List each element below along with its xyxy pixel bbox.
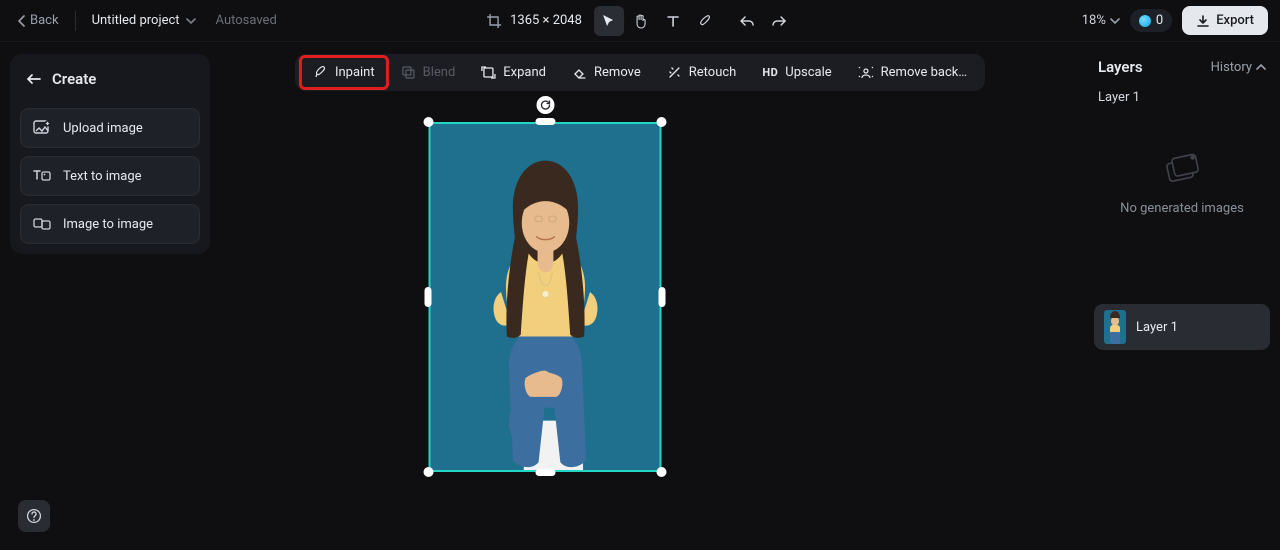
blend-tool: Blend	[389, 57, 468, 88]
back-button[interactable]: Back	[12, 9, 65, 32]
retouch-tool[interactable]: Retouch	[655, 57, 749, 88]
credit-dot-icon	[1139, 15, 1151, 27]
retouch-icon	[667, 65, 682, 80]
undo-icon	[739, 14, 755, 28]
chevron-left-icon	[18, 15, 26, 27]
history-label: History	[1211, 60, 1252, 75]
history-toggle[interactable]: History	[1211, 60, 1266, 75]
blend-label: Blend	[423, 65, 456, 80]
expand-tool[interactable]: Expand	[469, 57, 558, 88]
current-layer-label[interactable]: Layer 1	[1094, 86, 1270, 109]
text-tool[interactable]	[658, 6, 688, 36]
project-title-dropdown[interactable]: Untitled project	[86, 9, 202, 32]
remove-tool[interactable]: Remove	[560, 57, 653, 88]
selection-frame	[429, 122, 662, 472]
pan-tool[interactable]	[626, 6, 656, 36]
retouch-label: Retouch	[689, 65, 737, 80]
resize-handle-ne[interactable]	[657, 117, 667, 127]
resize-handle-w[interactable]	[425, 287, 432, 307]
selected-image[interactable]	[429, 122, 662, 472]
chevron-up-icon	[1256, 63, 1266, 71]
no-generations-message: No generated images	[1094, 153, 1270, 216]
layer-item[interactable]: Layer 1	[1094, 304, 1270, 350]
create-title: Create	[52, 70, 96, 88]
download-icon	[1196, 14, 1210, 28]
expand-icon	[481, 65, 496, 80]
stack-icon	[1159, 149, 1205, 191]
remove-bg-label: Remove back…	[881, 65, 967, 80]
resize-handle-e[interactable]	[659, 287, 666, 307]
canvas-dimensions[interactable]: 1365 × 2048	[486, 13, 582, 29]
layers-panel: Layers History Layer 1 No generated imag…	[1094, 54, 1270, 540]
upscale-label: Upscale	[785, 65, 831, 80]
brush-icon	[697, 13, 712, 28]
project-title-label: Untitled project	[92, 13, 180, 28]
zoom-dropdown[interactable]: 18%	[1082, 13, 1120, 28]
inpaint-icon	[313, 65, 328, 80]
rotate-handle[interactable]	[536, 96, 554, 114]
canvas[interactable]	[0, 92, 1090, 550]
chevron-down-icon	[186, 17, 196, 25]
action-toolbar: Inpaint Blend Expand Remove Retouch HD U…	[295, 54, 985, 91]
undo-button[interactable]	[732, 6, 762, 36]
resize-handle-se[interactable]	[657, 467, 667, 477]
expand-label: Expand	[503, 65, 546, 80]
upscale-tool[interactable]: HD Upscale	[750, 57, 843, 88]
export-button[interactable]: Export	[1182, 6, 1268, 35]
select-tool[interactable]	[594, 6, 624, 36]
redo-icon	[771, 14, 787, 28]
dimensions-label: 1365 × 2048	[510, 13, 582, 28]
remove-icon	[572, 65, 587, 80]
back-label: Back	[30, 13, 59, 28]
help-icon	[26, 508, 42, 524]
help-button[interactable]	[18, 500, 50, 532]
cursor-icon	[601, 13, 616, 28]
rotate-icon	[539, 99, 551, 111]
remove-label: Remove	[594, 65, 641, 80]
credits-chip[interactable]: 0	[1130, 9, 1172, 32]
autosaved-status: Autosaved	[216, 13, 277, 28]
hand-icon	[633, 13, 649, 29]
blend-icon	[401, 65, 416, 80]
crop-icon	[486, 13, 502, 29]
chevron-down-icon	[1110, 17, 1120, 25]
layers-title: Layers	[1098, 58, 1143, 76]
divider	[75, 11, 76, 31]
layer-item-label: Layer 1	[1136, 320, 1178, 335]
zoom-label: 18%	[1082, 13, 1106, 28]
back-arrow-icon	[26, 73, 42, 85]
redo-button[interactable]	[764, 6, 794, 36]
brush-tool[interactable]	[690, 6, 720, 36]
inpaint-label: Inpaint	[335, 65, 375, 80]
remove-background-tool[interactable]: Remove back…	[846, 57, 979, 88]
upscale-icon: HD	[762, 66, 778, 79]
resize-handle-nw[interactable]	[424, 117, 434, 127]
layer-thumbnail	[1104, 310, 1126, 344]
image-content	[431, 124, 660, 470]
credit-count: 0	[1156, 13, 1163, 28]
text-icon	[666, 14, 680, 28]
no-generations-text: No generated images	[1120, 201, 1244, 216]
resize-handle-sw[interactable]	[424, 467, 434, 477]
inpaint-tool[interactable]: Inpaint	[301, 57, 387, 88]
resize-handle-s[interactable]	[535, 469, 555, 476]
remove-bg-icon	[858, 65, 874, 80]
export-label: Export	[1216, 13, 1254, 28]
resize-handle-n[interactable]	[535, 118, 555, 125]
